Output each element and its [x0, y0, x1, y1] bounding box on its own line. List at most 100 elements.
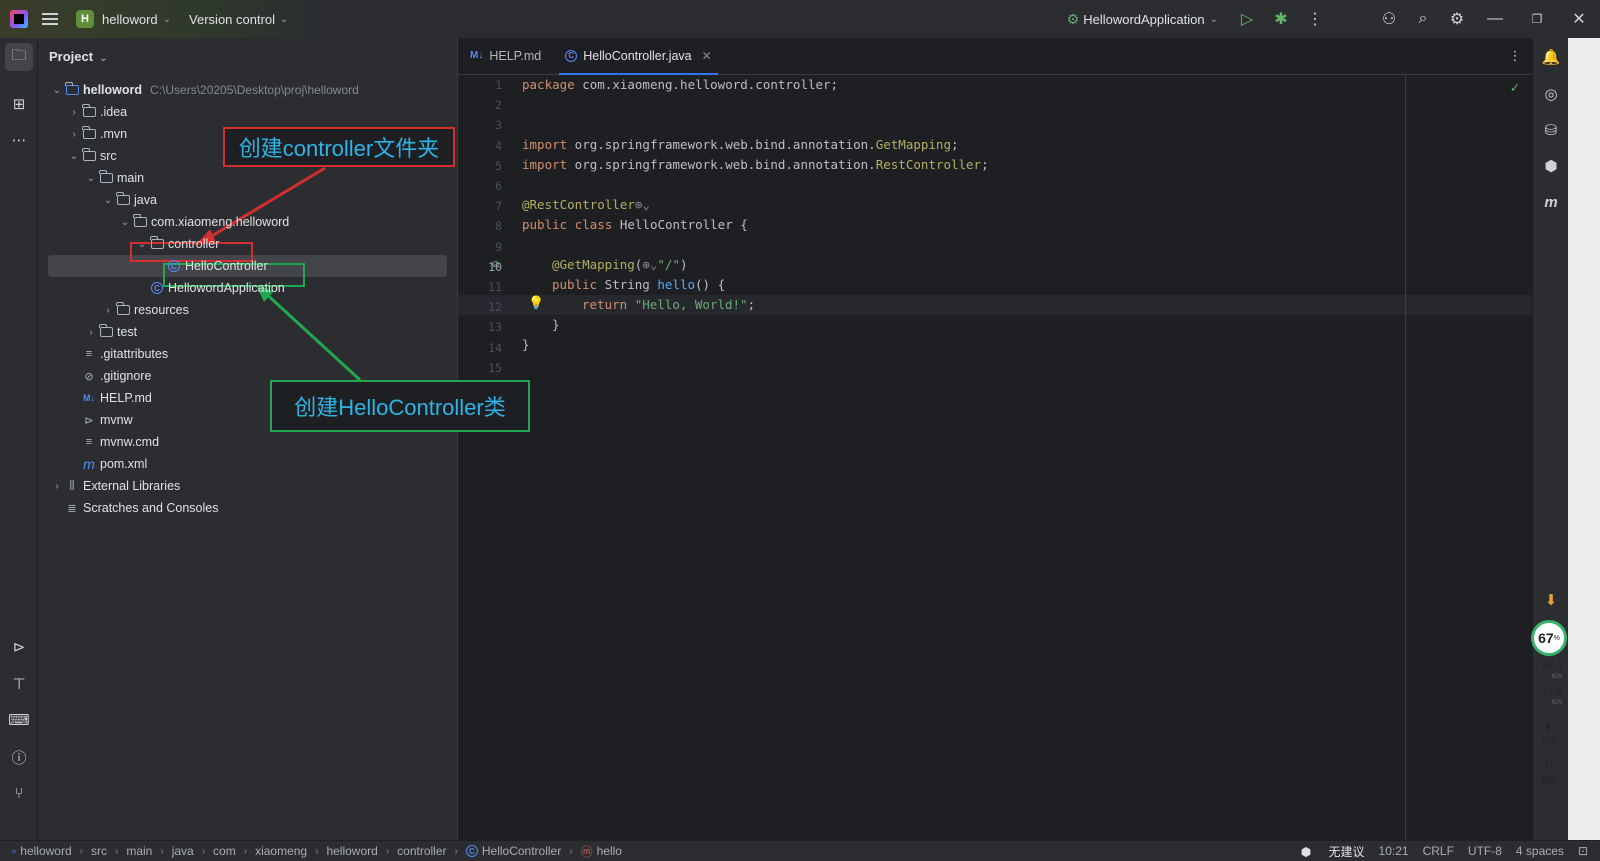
- project-folder-icon[interactable]: 🗀: [5, 43, 33, 71]
- close-tab-icon[interactable]: ✕: [702, 49, 712, 63]
- breadcrumb-item[interactable]: controller: [397, 844, 446, 858]
- line-number-gutter[interactable]: 1 2 3 4 5 6 7 8 9 10 11 12 13 14 15: [458, 75, 516, 840]
- chevron-down-icon: ⌄: [1209, 13, 1218, 25]
- maven-icon[interactable]: m: [1537, 188, 1565, 216]
- plugin-icon[interactable]: ⬢: [1537, 152, 1565, 180]
- tree-item-label: resources: [134, 303, 189, 317]
- chevron-down-icon[interactable]: ⌄: [280, 14, 288, 25]
- terminal-icon[interactable]: ⌨: [5, 706, 33, 734]
- tree-item[interactable]: › .idea: [38, 101, 457, 123]
- spring-bean-gutter-icon[interactable]: ⊘: [492, 257, 499, 271]
- text-file-icon: ≡: [85, 348, 93, 360]
- settings-gear-icon[interactable]: ⚙: [1440, 0, 1474, 38]
- search-icon[interactable]: ⌕: [1406, 0, 1440, 38]
- line-number: 1: [495, 78, 502, 92]
- code-line-5: import org.springframework.web.bind.anno…: [522, 157, 989, 172]
- breadcrumb-item[interactable]: src: [91, 844, 107, 858]
- breadcrumb: ▫ helloword › src › main › java › com › xiaomeng › he…: [0, 843, 622, 860]
- services-icon[interactable]: ⊳: [5, 633, 33, 661]
- module-icon: ▫: [12, 844, 17, 858]
- file-encoding[interactable]: UTF-8: [1468, 844, 1502, 858]
- build-hammer-icon[interactable]: ⊤: [5, 670, 33, 698]
- chevron-right-icon[interactable]: ›: [67, 129, 81, 140]
- lock-icon[interactable]: ⊡: [1578, 844, 1588, 858]
- breadcrumb-separator-icon: ›: [385, 845, 390, 857]
- yuanbao-button[interactable]: ◐ 元宝: [1536, 718, 1562, 747]
- line-number: 7: [495, 199, 502, 214]
- class-icon: C: [166, 259, 182, 273]
- chevron-down-icon[interactable]: ⌄: [163, 14, 171, 25]
- tree-item[interactable]: › resources: [38, 299, 457, 321]
- database-icon[interactable]: ⛁: [1537, 116, 1565, 144]
- update-badge-icon[interactable]: ⬇: [1537, 586, 1565, 614]
- line-number: 14: [488, 340, 502, 355]
- code-area[interactable]: 1 2 3 4 5 6 7 8 9 10 11 12 13 14 15 ✓ ⊘ 💡 package com.…: [458, 75, 1533, 840]
- chevron-down-icon[interactable]: ⌄: [67, 151, 81, 162]
- minimize-window-icon[interactable]: —: [1474, 0, 1516, 38]
- tree-item[interactable]: › ⫼ External Libraries: [38, 475, 457, 497]
- tree-item[interactable]: m pom.xml: [38, 453, 457, 475]
- chevron-right-icon[interactable]: ›: [50, 481, 64, 492]
- no-problems-check-icon[interactable]: ✓: [1511, 80, 1519, 96]
- editor-tab[interactable]: M↓ HELP.md: [458, 37, 553, 74]
- tree-item[interactable]: C HellowordApplication: [38, 277, 457, 299]
- tree-item[interactable]: ≡ mvnw.cmd: [38, 431, 457, 453]
- chevron-down-icon[interactable]: ⌄: [135, 239, 149, 250]
- caret-position[interactable]: 10:21: [1379, 844, 1409, 858]
- breadcrumb-item[interactable]: java: [172, 844, 194, 858]
- breadcrumb-item[interactable]: hello: [597, 844, 622, 858]
- project-panel-title-label: Project: [49, 49, 94, 64]
- intellij-logo-icon[interactable]: [10, 10, 28, 28]
- ai-hint-status[interactable]: ⬢ 无建议: [1301, 843, 1365, 860]
- line-number: 8: [495, 219, 502, 234]
- chevron-down-icon[interactable]: ⌄: [101, 195, 115, 206]
- line-number: 3: [495, 118, 502, 133]
- memory-gauge[interactable]: 67%: [1531, 620, 1567, 656]
- breadcrumb-item[interactable]: HelloController: [482, 844, 561, 858]
- structure-icon[interactable]: ⊞: [5, 90, 33, 118]
- chevron-down-icon[interactable]: ⌄: [50, 85, 64, 96]
- run-icon[interactable]: ▷: [1230, 0, 1264, 38]
- tree-item[interactable]: › test: [38, 321, 457, 343]
- tree-item[interactable]: ⌄ helloword C:\Users\20205\Desktop\proj\he…: [38, 79, 457, 101]
- code-with-me-icon[interactable]: ⚇: [1372, 0, 1406, 38]
- problems-icon[interactable]: ⓘ: [5, 743, 33, 771]
- breadcrumb-item[interactable]: helloword: [326, 844, 377, 858]
- indent-setting[interactable]: 4 spaces: [1516, 844, 1564, 858]
- chevron-down-icon[interactable]: ⌄: [118, 217, 132, 228]
- breadcrumb-item[interactable]: xiaomeng: [255, 844, 307, 858]
- git-branch-icon[interactable]: ⑂: [5, 779, 33, 807]
- tree-item[interactable]: ⌄ com.xiaomeng.helloword: [38, 211, 457, 233]
- tree-item[interactable]: ⌄ java: [38, 189, 457, 211]
- tab-more-icon[interactable]: ⋮: [1497, 37, 1533, 74]
- tree-item[interactable]: ≡ .gitattributes: [38, 343, 457, 365]
- run-configuration-selector[interactable]: ⚙ HellowordApplication ⌄: [1067, 11, 1222, 28]
- chevron-down-icon[interactable]: ⌄: [84, 173, 98, 184]
- line-number: 11: [488, 280, 502, 294]
- main-menu-icon[interactable]: [42, 13, 58, 25]
- project-switcher[interactable]: helloword: [102, 12, 158, 27]
- debug-icon[interactable]: ✱: [1264, 0, 1298, 38]
- line-separator[interactable]: CRLF: [1423, 844, 1454, 858]
- chevron-right-icon[interactable]: ›: [84, 327, 98, 338]
- intention-bulb-icon[interactable]: 💡: [528, 296, 544, 311]
- code-line-7: @RestController⊕⌄: [522, 197, 650, 212]
- ai-assistant-icon[interactable]: ◎: [1537, 80, 1565, 108]
- breadcrumb-item[interactable]: main: [126, 844, 152, 858]
- chevron-right-icon[interactable]: ›: [67, 107, 81, 118]
- chevron-right-icon[interactable]: ›: [101, 305, 115, 316]
- close-window-icon[interactable]: ✕: [1558, 0, 1600, 38]
- breadcrumb-item[interactable]: helloword: [20, 844, 71, 858]
- tree-item-label: mvnw: [100, 413, 133, 427]
- more-tools-icon[interactable]: ⋯: [5, 126, 33, 154]
- restore-window-icon[interactable]: ❐: [1516, 0, 1558, 38]
- editor-tab[interactable]: C HelloController.java ✕: [553, 37, 723, 75]
- vcs-menu[interactable]: Version control: [189, 12, 275, 27]
- tree-item[interactable]: ⌄ main: [38, 167, 457, 189]
- breadcrumb-item[interactable]: com: [213, 844, 236, 858]
- project-panel-title[interactable]: Project ⌄: [49, 49, 125, 64]
- notifications-bell-icon[interactable]: 🔔: [1537, 43, 1565, 71]
- screenshot-button[interactable]: ⌗ 截图: [1536, 756, 1562, 785]
- more-actions-icon[interactable]: ⋮: [1298, 0, 1332, 38]
- tree-item[interactable]: ≣ Scratches and Consoles: [38, 497, 457, 519]
